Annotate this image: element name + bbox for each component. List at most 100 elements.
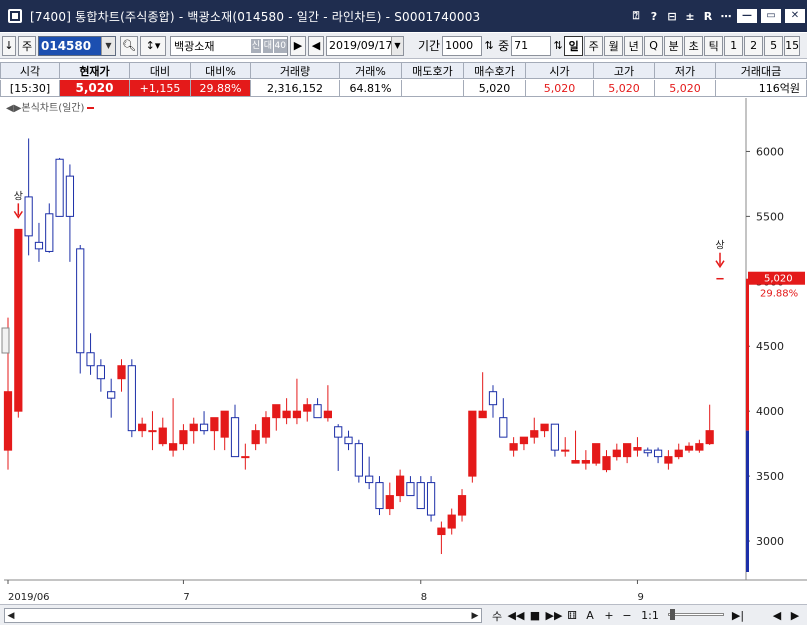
period-1-button[interactable]: 1 xyxy=(724,35,744,56)
period-input[interactable]: 1000 xyxy=(442,35,483,56)
candle-body xyxy=(344,436,353,445)
candle-body xyxy=(45,213,54,252)
last-price-label: 5,020 xyxy=(764,274,793,285)
chart-background xyxy=(0,98,807,604)
candle-body xyxy=(509,443,518,451)
plus-minus-icon[interactable]: ± xyxy=(681,10,699,23)
quote-header: 매도호가 xyxy=(402,62,464,79)
go-end-icon[interactable]: ▶| xyxy=(730,608,746,623)
last-pct-label: 29.88% xyxy=(760,289,798,300)
period-tick-button[interactable]: 틱 xyxy=(704,35,724,56)
market-select[interactable]: 주 xyxy=(18,35,36,56)
candle-body xyxy=(468,410,477,477)
y-tick-label: 6000 xyxy=(756,145,784,158)
r-icon[interactable]: R xyxy=(699,10,717,23)
horizontal-scrollbar[interactable]: ◀ ▶ xyxy=(4,608,482,623)
text-tool-icon[interactable]: A xyxy=(583,608,597,623)
chevron-down-icon[interactable]: ▼ xyxy=(101,36,115,55)
candle-body xyxy=(303,404,312,412)
candle-body xyxy=(220,410,229,438)
question-icon[interactable]: ? xyxy=(645,10,663,23)
collapse-icon[interactable]: ◀▶ xyxy=(6,103,21,114)
candle-body xyxy=(354,443,363,477)
candle-body xyxy=(375,482,384,510)
layout-icon[interactable]: ⊟ xyxy=(663,10,681,23)
chevron-down-icon[interactable]: ▼ xyxy=(391,36,403,55)
help-circle-icon[interactable]: ⍰ xyxy=(627,9,645,23)
candle-body xyxy=(117,365,126,380)
quote-ask xyxy=(402,80,464,97)
period-5-button[interactable]: 5 xyxy=(764,35,784,56)
y-tick-label: 5500 xyxy=(756,210,784,223)
stock-name: 백광소재 xyxy=(174,39,215,53)
zoom-slider[interactable] xyxy=(668,613,724,616)
candle-body xyxy=(457,495,467,516)
next-icon[interactable]: ▶ xyxy=(788,608,802,623)
period-minute-button[interactable]: 분 xyxy=(664,35,684,56)
date-value: 2019/09/17 xyxy=(329,39,393,52)
stop-icon[interactable]: ■ xyxy=(528,608,542,623)
play-left-icon[interactable]: ◀ xyxy=(308,35,324,56)
stepper-icon[interactable]: ⇅ xyxy=(484,36,494,56)
stock-code-input[interactable]: 014580 ▼ xyxy=(38,35,116,56)
zoom-reset-button[interactable]: 1:1 xyxy=(638,608,662,623)
candle-body xyxy=(55,158,64,217)
grid-icon[interactable]: ⚅ xyxy=(565,608,579,623)
candle-body xyxy=(499,417,508,438)
y-tick-label: 3000 xyxy=(756,535,784,548)
mid-input[interactable]: 71 xyxy=(511,35,552,56)
candle-body xyxy=(684,445,694,451)
candle-body xyxy=(158,427,167,445)
maximize-button[interactable]: ▭ xyxy=(761,9,781,23)
period-year-button[interactable]: 년 xyxy=(624,35,644,56)
candle-body xyxy=(365,475,374,484)
scroll-right-icon[interactable]: ▶ xyxy=(469,609,481,622)
lock-toggle[interactable]: ↓ xyxy=(2,35,16,56)
search-icon[interactable]: 🔍︎ xyxy=(120,35,138,56)
candle-body xyxy=(447,514,456,529)
prev-icon[interactable]: ◀ xyxy=(770,608,784,623)
zoom-out-icon[interactable]: − xyxy=(620,608,634,623)
period-second-button[interactable]: 초 xyxy=(684,35,704,56)
stock-name-field[interactable]: 백광소재 신 대 40 xyxy=(170,35,288,56)
candle-body xyxy=(396,475,405,497)
rewind-icon[interactable]: ◀◀ xyxy=(507,608,525,623)
period-day-button[interactable]: 일 xyxy=(564,35,584,56)
quote-header: 대비 xyxy=(130,62,191,79)
candle-body xyxy=(210,417,219,432)
candle-body xyxy=(623,443,632,458)
candlestick-chart[interactable]: 30003500400045005000550060002019/06789 상… xyxy=(0,98,807,604)
period-quarter-button[interactable]: Q xyxy=(644,35,664,56)
quote-bid: 5,020 xyxy=(464,80,526,97)
close-button[interactable]: ✕ xyxy=(785,9,805,23)
period-2-button[interactable]: 2 xyxy=(744,35,764,56)
fast-forward-icon[interactable]: ▶▶ xyxy=(545,608,563,623)
series-swatch xyxy=(87,107,95,109)
x-tick-label: 7 xyxy=(183,592,189,603)
date-field[interactable]: 2019/09/17 ▼ xyxy=(326,35,404,56)
more-icon[interactable]: ⋯ xyxy=(717,10,735,23)
candle-body xyxy=(107,391,116,399)
quote-low: 5,020 xyxy=(655,80,716,97)
zoom-in-icon[interactable]: + xyxy=(602,608,616,623)
quote-amount: 116억원 xyxy=(716,80,807,97)
candle-body xyxy=(643,449,652,454)
stepper-icon[interactable]: ⇅ xyxy=(553,36,563,56)
scroll-left-icon[interactable]: ◀ xyxy=(5,609,17,622)
sort-icon[interactable]: ↕▾ xyxy=(140,35,166,56)
candle-body xyxy=(3,391,13,451)
period-week-button[interactable]: 주 xyxy=(584,35,604,56)
candle-body xyxy=(292,410,302,419)
candle-body xyxy=(488,391,498,406)
quote-change-pct: 29.88% xyxy=(191,80,251,97)
play-right-icon[interactable]: ▶ xyxy=(290,35,306,56)
axis-range-up xyxy=(746,278,749,431)
zoom-slider-handle[interactable] xyxy=(670,609,675,620)
sum-icon[interactable]: 수 xyxy=(490,608,504,623)
minimize-button[interactable]: — xyxy=(737,9,757,23)
quote-header-row: 시각 현재가 대비 대비% 거래량 거래% 매도호가 매수호가 시가 고가 저가… xyxy=(0,62,807,79)
mid-label: 중 xyxy=(498,39,510,53)
period-15-button[interactable]: 15 xyxy=(784,35,801,56)
limit-up-marker: 상 xyxy=(14,190,23,202)
period-month-button[interactable]: 월 xyxy=(604,35,624,56)
